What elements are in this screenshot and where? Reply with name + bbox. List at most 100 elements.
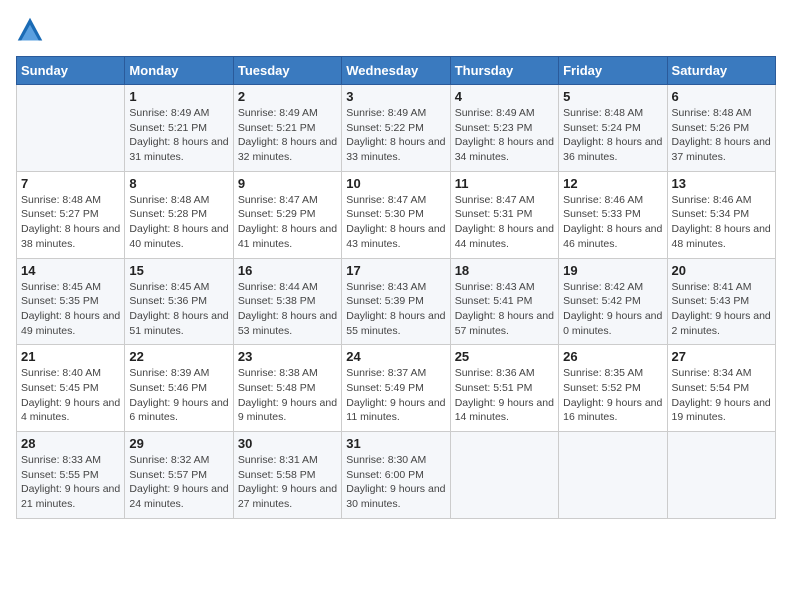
calendar-cell [667,432,775,519]
day-info: Sunrise: 8:49 AMSunset: 5:23 PMDaylight:… [455,106,554,165]
day-info: Sunrise: 8:49 AMSunset: 5:21 PMDaylight:… [238,106,337,165]
day-number: 22 [129,349,228,364]
day-info: Sunrise: 8:47 AMSunset: 5:31 PMDaylight:… [455,193,554,252]
day-number: 6 [672,89,771,104]
day-number: 10 [346,176,445,191]
calendar-cell [17,85,125,172]
calendar-week-row: 7 Sunrise: 8:48 AMSunset: 5:27 PMDaylight… [17,171,776,258]
calendar-cell: 3Sunrise: 8:49 AMSunset: 5:22 PMDaylight… [342,85,450,172]
calendar-cell: 8 Sunrise: 8:48 AMSunset: 5:28 PMDaylight… [125,171,233,258]
weekday-header: Saturday [667,57,775,85]
calendar-cell: 15 Sunrise: 8:45 AMSunset: 5:36 PMDayligh… [125,258,233,345]
day-number: 7 [21,176,120,191]
day-number: 9 [238,176,337,191]
day-number: 17 [346,263,445,278]
day-info: Sunrise: 8:48 AMSunset: 5:26 PMDaylight:… [672,106,771,165]
weekday-header: Thursday [450,57,558,85]
calendar-cell: 14 Sunrise: 8:45 AMSunset: 5:35 PMDayligh… [17,258,125,345]
calendar-cell: 29 Sunrise: 8:32 AMSunset: 5:57 PMDayligh… [125,432,233,519]
day-info: Sunrise: 8:37 AMSunset: 5:49 PMDaylight:… [346,366,445,425]
calendar-cell: 4 Sunrise: 8:49 AMSunset: 5:23 PMDaylight… [450,85,558,172]
day-number: 14 [21,263,120,278]
day-info: Sunrise: 8:47 AMSunset: 5:30 PMDaylight:… [346,193,445,252]
calendar-cell: 13 Sunrise: 8:46 AMSunset: 5:34 PMDayligh… [667,171,775,258]
calendar-cell: 21 Sunrise: 8:40 AMSunset: 5:45 PMDayligh… [17,345,125,432]
day-info: Sunrise: 8:42 AMSunset: 5:42 PMDaylight:… [563,280,662,339]
day-number: 23 [238,349,337,364]
day-info: Sunrise: 8:49 AMSunset: 5:22 PMDaylight:… [346,106,445,165]
day-number: 11 [455,176,554,191]
weekday-header: Tuesday [233,57,341,85]
day-info: Sunrise: 8:46 AMSunset: 5:33 PMDaylight:… [563,193,662,252]
calendar-cell: 23Sunrise: 8:38 AMSunset: 5:48 PMDayligh… [233,345,341,432]
day-info: Sunrise: 8:43 AMSunset: 5:41 PMDaylight:… [455,280,554,339]
calendar-cell: 31 Sunrise: 8:30 AMSunset: 6:00 PMDayligh… [342,432,450,519]
day-info: Sunrise: 8:39 AMSunset: 5:46 PMDaylight:… [129,366,228,425]
day-info: Sunrise: 8:44 AMSunset: 5:38 PMDaylight:… [238,280,337,339]
calendar-week-row: 28Sunrise: 8:33 AMSunset: 5:55 PMDayligh… [17,432,776,519]
day-info: Sunrise: 8:34 AMSunset: 5:54 PMDaylight:… [672,366,771,425]
calendar-cell: 28Sunrise: 8:33 AMSunset: 5:55 PMDayligh… [17,432,125,519]
calendar-cell: 22 Sunrise: 8:39 AMSunset: 5:46 PMDayligh… [125,345,233,432]
calendar-cell: 30 Sunrise: 8:31 AMSunset: 5:58 PMDayligh… [233,432,341,519]
calendar-cell: 19 Sunrise: 8:42 AMSunset: 5:42 PMDayligh… [559,258,667,345]
day-info: Sunrise: 8:31 AMSunset: 5:58 PMDaylight:… [238,453,337,512]
day-number: 31 [346,436,445,451]
calendar-cell: 16 Sunrise: 8:44 AMSunset: 5:38 PMDayligh… [233,258,341,345]
calendar-cell: 1Sunrise: 8:49 AMSunset: 5:21 PMDaylight… [125,85,233,172]
day-info: Sunrise: 8:40 AMSunset: 5:45 PMDaylight:… [21,366,120,425]
calendar-cell: 25Sunrise: 8:36 AMSunset: 5:51 PMDayligh… [450,345,558,432]
day-number: 1 [129,89,228,104]
calendar-cell: 20 Sunrise: 8:41 AMSunset: 5:43 PMDayligh… [667,258,775,345]
day-number: 25 [455,349,554,364]
day-info: Sunrise: 8:45 AMSunset: 5:35 PMDaylight:… [21,280,120,339]
day-info: Sunrise: 8:32 AMSunset: 5:57 PMDaylight:… [129,453,228,512]
day-number: 15 [129,263,228,278]
calendar-cell: 9Sunrise: 8:47 AMSunset: 5:29 PMDaylight… [233,171,341,258]
day-info: Sunrise: 8:48 AMSunset: 5:27 PMDaylight:… [21,193,120,252]
day-number: 4 [455,89,554,104]
day-number: 19 [563,263,662,278]
day-info: Sunrise: 8:46 AMSunset: 5:34 PMDaylight:… [672,193,771,252]
day-info: Sunrise: 8:45 AMSunset: 5:36 PMDaylight:… [129,280,228,339]
calendar-cell [559,432,667,519]
day-info: Sunrise: 8:48 AMSunset: 5:24 PMDaylight:… [563,106,662,165]
day-number: 24 [346,349,445,364]
weekday-header: Friday [559,57,667,85]
day-number: 8 [129,176,228,191]
calendar-cell: 17 Sunrise: 8:43 AMSunset: 5:39 PMDayligh… [342,258,450,345]
calendar-table: SundayMondayTuesdayWednesdayThursdayFrid… [16,56,776,519]
weekday-header-row: SundayMondayTuesdayWednesdayThursdayFrid… [17,57,776,85]
weekday-header: Wednesday [342,57,450,85]
day-number: 20 [672,263,771,278]
calendar-cell: 24 Sunrise: 8:37 AMSunset: 5:49 PMDayligh… [342,345,450,432]
day-info: Sunrise: 8:41 AMSunset: 5:43 PMDaylight:… [672,280,771,339]
day-number: 16 [238,263,337,278]
calendar-cell: 10 Sunrise: 8:47 AMSunset: 5:30 PMDayligh… [342,171,450,258]
logo [16,16,48,44]
day-info: Sunrise: 8:43 AMSunset: 5:39 PMDaylight:… [346,280,445,339]
day-number: 5 [563,89,662,104]
logo-icon [16,16,44,44]
day-number: 2 [238,89,337,104]
calendar-cell: 12Sunrise: 8:46 AMSunset: 5:33 PMDayligh… [559,171,667,258]
page-header [16,16,776,44]
calendar-cell: 6 Sunrise: 8:48 AMSunset: 5:26 PMDaylight… [667,85,775,172]
day-number: 13 [672,176,771,191]
weekday-header: Monday [125,57,233,85]
day-info: Sunrise: 8:30 AMSunset: 6:00 PMDaylight:… [346,453,445,512]
day-number: 18 [455,263,554,278]
calendar-cell: 7 Sunrise: 8:48 AMSunset: 5:27 PMDaylight… [17,171,125,258]
calendar-cell: 2 Sunrise: 8:49 AMSunset: 5:21 PMDaylight… [233,85,341,172]
day-info: Sunrise: 8:48 AMSunset: 5:28 PMDaylight:… [129,193,228,252]
day-number: 26 [563,349,662,364]
day-number: 21 [21,349,120,364]
calendar-cell: 5 Sunrise: 8:48 AMSunset: 5:24 PMDaylight… [559,85,667,172]
calendar-week-row: 14 Sunrise: 8:45 AMSunset: 5:35 PMDayligh… [17,258,776,345]
calendar-cell: 11 Sunrise: 8:47 AMSunset: 5:31 PMDayligh… [450,171,558,258]
calendar-cell: 18 Sunrise: 8:43 AMSunset: 5:41 PMDayligh… [450,258,558,345]
day-number: 30 [238,436,337,451]
day-info: Sunrise: 8:35 AMSunset: 5:52 PMDaylight:… [563,366,662,425]
calendar-week-row: 21 Sunrise: 8:40 AMSunset: 5:45 PMDayligh… [17,345,776,432]
day-number: 29 [129,436,228,451]
